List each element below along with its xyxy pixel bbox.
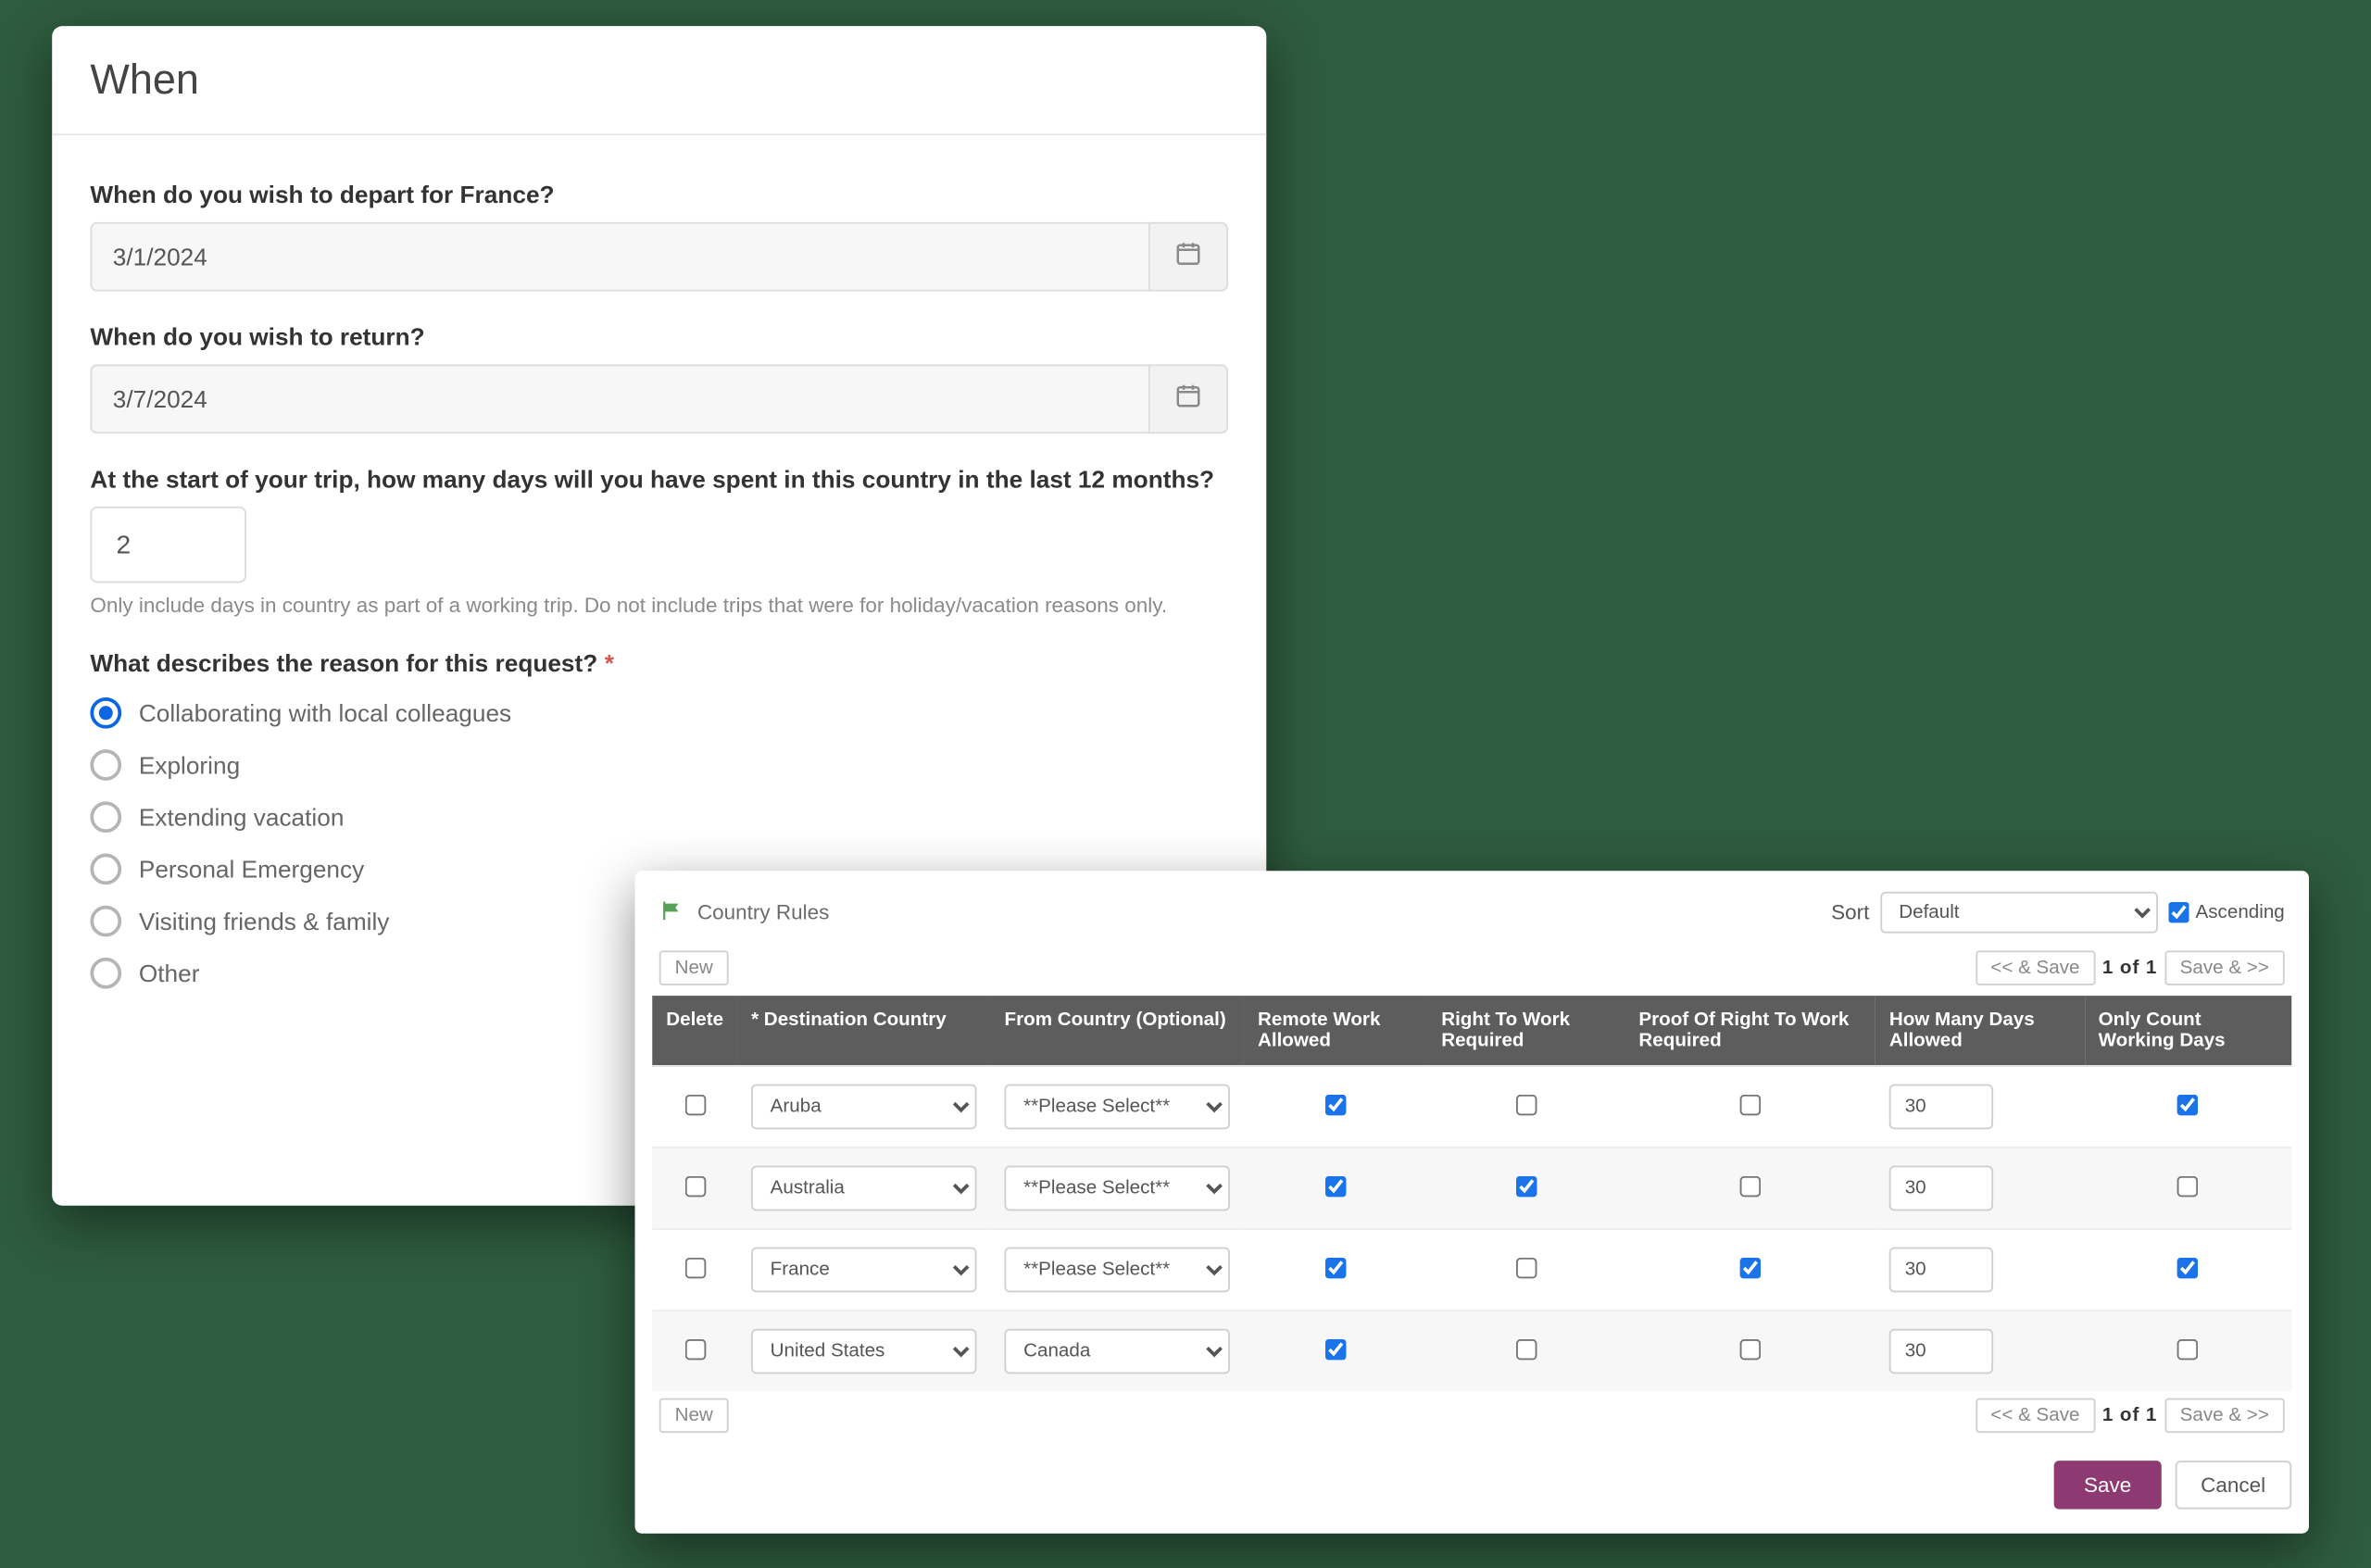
pager-next-top[interactable]: Save & >> bbox=[2164, 950, 2285, 985]
sort-label: Sort bbox=[1831, 900, 1869, 924]
sort-select[interactable]: Default bbox=[1880, 892, 2158, 934]
reason-label: Other bbox=[139, 960, 200, 987]
days-allowed-input[interactable] bbox=[1889, 1248, 1993, 1293]
col-right: Right To Work Required bbox=[1427, 996, 1625, 1066]
reason-radio[interactable] bbox=[90, 697, 121, 729]
depart-date-input[interactable] bbox=[90, 222, 1148, 292]
destination-select[interactable]: France bbox=[751, 1248, 976, 1293]
from-select[interactable]: Canada bbox=[1005, 1329, 1230, 1374]
pager-counter-top: 1 of 1 bbox=[2102, 958, 2157, 978]
table-row: Aruba **Please Select** bbox=[652, 1066, 2291, 1148]
col-from: From Country (Optional) bbox=[991, 996, 1244, 1066]
save-button[interactable]: Save bbox=[2054, 1461, 2161, 1509]
from-select[interactable]: **Please Select** bbox=[1005, 1166, 1230, 1211]
table-row: Australia **Please Select** bbox=[652, 1148, 2291, 1229]
remote-checkbox[interactable] bbox=[1325, 1094, 1346, 1114]
pager-top: << & Save 1 of 1 Save & >> bbox=[1975, 950, 2284, 985]
remote-checkbox[interactable] bbox=[1325, 1257, 1346, 1277]
required-star: * bbox=[605, 649, 614, 677]
delete-checkbox[interactable] bbox=[684, 1094, 705, 1114]
delete-checkbox[interactable] bbox=[684, 1257, 705, 1277]
days-allowed-input[interactable] bbox=[1889, 1085, 1993, 1130]
ascending-label: Ascending bbox=[2196, 902, 2285, 922]
col-proof: Proof Of Right To Work Required bbox=[1625, 996, 1875, 1066]
only-working-checkbox[interactable] bbox=[2177, 1338, 2198, 1359]
calendar-icon bbox=[1174, 239, 1202, 275]
days-allowed-input[interactable] bbox=[1889, 1166, 1993, 1211]
delete-checkbox[interactable] bbox=[684, 1175, 705, 1196]
depart-question: When do you wish to depart for France? bbox=[90, 181, 1228, 208]
rules-title: Country Rules bbox=[697, 900, 829, 924]
days-input[interactable] bbox=[90, 507, 246, 583]
reason-label: Visiting friends & family bbox=[139, 908, 390, 935]
col-only-working: Only Count Working Days bbox=[2085, 996, 2292, 1066]
cancel-button[interactable]: Cancel bbox=[2175, 1461, 2291, 1509]
only-working-checkbox[interactable] bbox=[2177, 1257, 2198, 1277]
reason-radio[interactable] bbox=[90, 854, 121, 885]
pager-bottom: << & Save 1 of 1 Save & >> bbox=[1975, 1399, 2284, 1433]
right-checkbox[interactable] bbox=[1516, 1338, 1537, 1359]
col-remote: Remote Work Allowed bbox=[1244, 996, 1427, 1066]
reason-radio[interactable] bbox=[90, 906, 121, 937]
pager-next-bottom[interactable]: Save & >> bbox=[2164, 1399, 2285, 1433]
ascending-toggle[interactable]: Ascending bbox=[2168, 902, 2285, 922]
proof-checkbox[interactable] bbox=[1739, 1338, 1760, 1359]
col-days: How Many Days Allowed bbox=[1875, 996, 2085, 1066]
reason-label: Extending vacation bbox=[139, 803, 345, 831]
proof-checkbox[interactable] bbox=[1739, 1257, 1760, 1277]
return-date-input[interactable] bbox=[90, 364, 1148, 433]
reason-radio[interactable] bbox=[90, 801, 121, 833]
right-checkbox[interactable] bbox=[1516, 1094, 1537, 1114]
proof-checkbox[interactable] bbox=[1739, 1175, 1760, 1196]
days-allowed-input[interactable] bbox=[1889, 1329, 1993, 1374]
remote-checkbox[interactable] bbox=[1325, 1338, 1346, 1359]
destination-select[interactable]: Australia bbox=[751, 1166, 976, 1211]
reason-label: Personal Emergency bbox=[139, 855, 364, 883]
ascending-checkbox[interactable] bbox=[2168, 902, 2189, 922]
right-checkbox[interactable] bbox=[1516, 1257, 1537, 1277]
reason-radio[interactable] bbox=[90, 749, 121, 781]
destination-select[interactable]: United States bbox=[751, 1329, 976, 1374]
col-delete: Delete bbox=[652, 996, 737, 1066]
reason-question-text: What describes the reason for this reque… bbox=[90, 649, 597, 677]
table-row: United States Canada bbox=[652, 1311, 2291, 1391]
right-checkbox[interactable] bbox=[1516, 1175, 1537, 1196]
pager-prev-top[interactable]: << & Save bbox=[1975, 950, 2095, 985]
reason-label: Collaborating with local colleagues bbox=[139, 699, 511, 727]
pager-prev-bottom[interactable]: << & Save bbox=[1975, 1399, 2095, 1433]
form-title: When bbox=[90, 57, 1228, 106]
return-question: When do you wish to return? bbox=[90, 322, 1228, 350]
rules-table: Delete * Destination Country From Countr… bbox=[652, 996, 2291, 1391]
return-calendar-button[interactable] bbox=[1148, 364, 1228, 433]
reason-radio[interactable] bbox=[90, 958, 121, 989]
destination-select[interactable]: Aruba bbox=[751, 1085, 976, 1130]
new-button-bottom[interactable]: New bbox=[659, 1399, 729, 1433]
days-question: At the start of your trip, how many days… bbox=[90, 465, 1228, 493]
pager-counter-bottom: 1 of 1 bbox=[2102, 1405, 2157, 1425]
col-destination: * Destination Country bbox=[737, 996, 990, 1066]
proof-checkbox[interactable] bbox=[1739, 1094, 1760, 1114]
reason-question: What describes the reason for this reque… bbox=[90, 649, 1228, 677]
depart-calendar-button[interactable] bbox=[1148, 222, 1228, 292]
calendar-icon bbox=[1174, 381, 1202, 417]
only-working-checkbox[interactable] bbox=[2177, 1175, 2198, 1196]
delete-checkbox[interactable] bbox=[684, 1338, 705, 1359]
only-working-checkbox[interactable] bbox=[2177, 1094, 2198, 1114]
country-rules-card: Country Rules Sort Default Ascending New… bbox=[635, 871, 2309, 1533]
from-select[interactable]: **Please Select** bbox=[1005, 1248, 1230, 1293]
days-hint: Only include days in country as part of … bbox=[90, 594, 1228, 618]
form-header: When bbox=[52, 26, 1266, 135]
flag-icon bbox=[659, 897, 684, 927]
remote-checkbox[interactable] bbox=[1325, 1175, 1346, 1196]
table-row: France **Please Select** bbox=[652, 1229, 2291, 1311]
reason-label: Exploring bbox=[139, 751, 240, 779]
from-select[interactable]: **Please Select** bbox=[1005, 1085, 1230, 1130]
new-button-top[interactable]: New bbox=[659, 950, 729, 985]
